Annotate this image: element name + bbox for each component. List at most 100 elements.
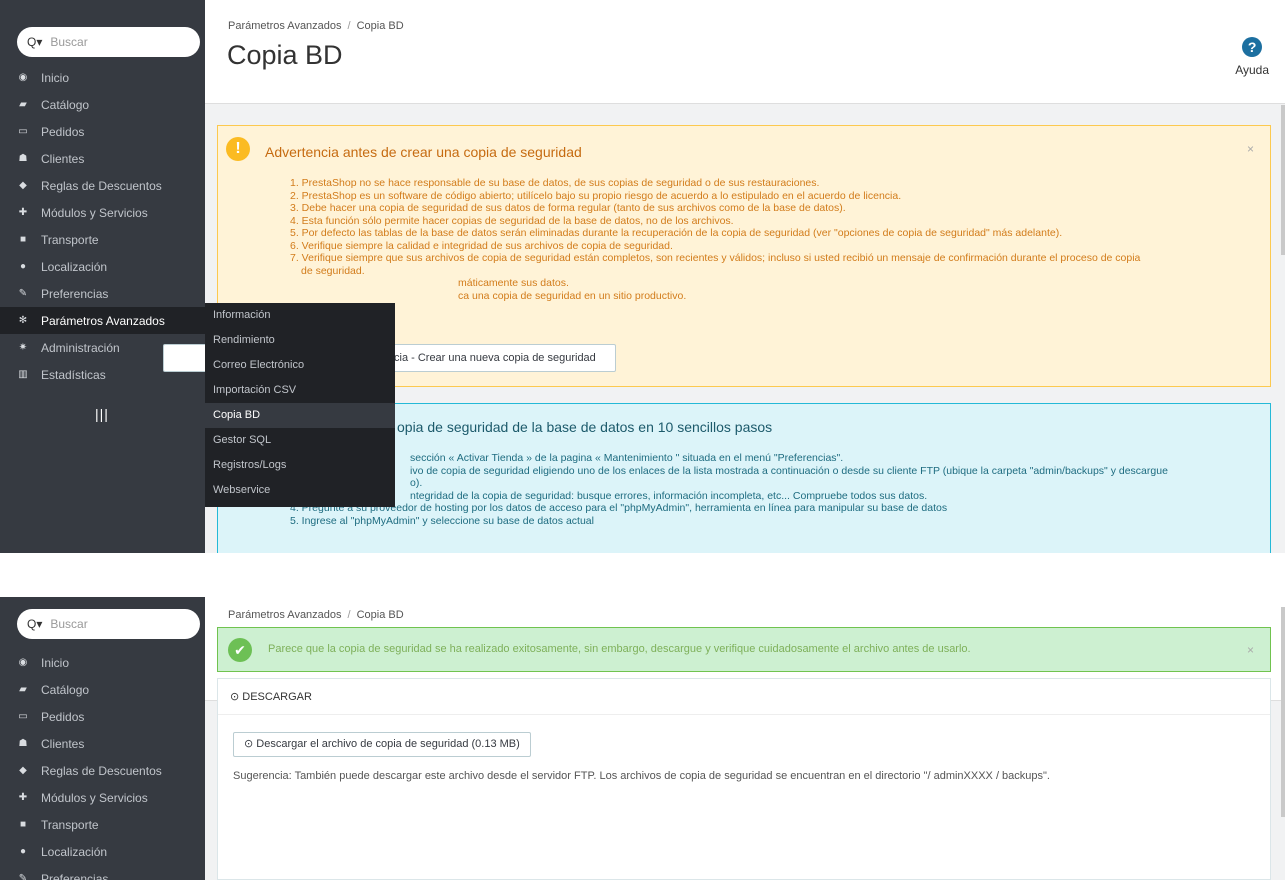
submenu-item-webservice[interactable]: Webservice bbox=[205, 478, 395, 503]
list-item: 7. Verifique siempre que sus archivos de… bbox=[290, 252, 1141, 264]
credit-card-icon: ▭ bbox=[18, 711, 28, 722]
download-circle-icon: ⊙ bbox=[244, 738, 257, 750]
breadcrumb-current: Copia BD bbox=[356, 20, 404, 32]
nav-item-catalogo[interactable]: ▰ Catálogo bbox=[0, 676, 205, 703]
nav-item-localizacion[interactable]: ● Localización bbox=[0, 253, 205, 280]
dashboard-icon: ◉ bbox=[18, 72, 28, 83]
nav-item-inicio[interactable]: ◉ Inicio bbox=[0, 64, 205, 91]
submenu-item-importacion-csv[interactable]: Importación CSV bbox=[205, 378, 395, 403]
close-icon[interactable]: × bbox=[1247, 142, 1254, 156]
search-input[interactable]: Buscar bbox=[50, 617, 87, 631]
warning-list: 1. PrestaShop no se hace responsable de … bbox=[290, 177, 1260, 302]
nav-item-pedidos[interactable]: ▭ Pedidos bbox=[0, 703, 205, 730]
nav-item-pedidos[interactable]: ▭ Pedidos bbox=[0, 118, 205, 145]
nav-item-parametros-avanzados[interactable]: ✻ Parámetros Avanzados bbox=[0, 307, 205, 334]
nav-item-modulos[interactable]: ✚ Módulos y Servicios bbox=[0, 199, 205, 226]
globe-icon: ● bbox=[19, 846, 27, 857]
info-title: opia de seguridad de la base de datos en… bbox=[397, 419, 773, 435]
info-list: sección « Activar Tienda » de la pagina … bbox=[290, 452, 1260, 527]
wrench-icon: ✎ bbox=[18, 873, 28, 880]
nav-item-transporte[interactable]: ■ Transporte bbox=[0, 811, 205, 838]
search-icon[interactable]: Q▾ bbox=[27, 35, 42, 49]
breadcrumb-current: Copia BD bbox=[356, 609, 404, 621]
globe-icon: ● bbox=[19, 261, 27, 272]
list-item: ntegridad de la copia de seguridad: busq… bbox=[410, 489, 928, 502]
sidebar: Q▾ Buscar ◉ Inicio ▰ Catálogo ▭ Pedidos ☗ Cl… bbox=[0, 597, 205, 880]
panel-heading: ⊙ DESCARGAR bbox=[218, 679, 1270, 715]
list-item: máticamente sus datos. bbox=[458, 277, 569, 289]
bar-chart-icon: ▥ bbox=[18, 369, 28, 380]
submenu-item-gestor-sql[interactable]: Gestor SQL bbox=[205, 428, 395, 453]
search-box[interactable]: Q▾ Buscar bbox=[17, 27, 200, 57]
submenu-item-registros[interactable]: Registros/Logs bbox=[205, 453, 395, 478]
list-item: 6. Verifique siempre la calidad e integr… bbox=[290, 239, 673, 252]
list-item: 1. PrestaShop no se hace responsable de … bbox=[290, 177, 820, 189]
wrench-icon: ✎ bbox=[18, 288, 28, 299]
list-item: ca una copia de seguridad en un sitio pr… bbox=[458, 289, 687, 302]
breadcrumb-parent[interactable]: Parámetros Avanzados bbox=[228, 20, 342, 32]
submenu-item-rendimiento[interactable]: Rendimiento bbox=[205, 328, 395, 353]
truck-icon: ■ bbox=[19, 234, 27, 245]
breadcrumb: Parámetros Avanzados / Copia BD bbox=[228, 609, 404, 621]
list-item: 5. Ingrese al "phpMyAdmin" y seleccione … bbox=[290, 514, 594, 527]
nav-item-descuentos[interactable]: ◆ Reglas de Descuentos bbox=[0, 757, 205, 784]
download-backup-button[interactable]: ⊙ Descargar el archivo de copia de segur… bbox=[233, 732, 531, 757]
scrollbar[interactable] bbox=[1281, 607, 1285, 817]
download-panel: ⊙ DESCARGAR ⊙ Descargar el archivo de co… bbox=[217, 678, 1271, 880]
dashboard-icon: ◉ bbox=[18, 657, 28, 668]
submenu-dropdown: Información Rendimiento Correo Electróni… bbox=[205, 303, 395, 507]
warning-icon: ! bbox=[226, 137, 250, 161]
nav-item-inicio[interactable]: ◉ Inicio bbox=[0, 649, 205, 676]
list-item: ivo de copia de seguridad eligiendo uno … bbox=[410, 464, 1168, 477]
submenu-item-copia-bd[interactable]: Copia BD bbox=[205, 403, 395, 428]
nav-item-preferencias[interactable]: ✎ Preferencias bbox=[0, 865, 205, 880]
list-item: 2. PrestaShop es un software de código a… bbox=[290, 189, 902, 202]
nav-list: ◉ Inicio ▰ Catálogo ▭ Pedidos ☗ Clientes ◆ Re… bbox=[0, 64, 205, 388]
submenu-item-correo[interactable]: Correo Electrónico bbox=[205, 353, 395, 378]
download-circle-icon: ⊙ bbox=[230, 691, 243, 703]
nav-item-clientes[interactable]: ☗ Clientes bbox=[0, 730, 205, 757]
list-item: 4. Pregunte a su proveedor de hosting po… bbox=[290, 502, 948, 514]
search-icon[interactable]: Q▾ bbox=[27, 617, 42, 631]
book-icon: ▰ bbox=[19, 99, 27, 110]
puzzle-icon: ✚ bbox=[18, 792, 28, 803]
question-icon: ? bbox=[1242, 37, 1263, 57]
sidebar-collapse-icon[interactable]: ||| bbox=[95, 406, 109, 422]
close-icon[interactable]: × bbox=[1247, 643, 1254, 657]
list-item: de seguridad. bbox=[301, 264, 365, 277]
tag-icon: ◆ bbox=[19, 765, 27, 776]
nav-item-preferencias[interactable]: ✎ Preferencias bbox=[0, 280, 205, 307]
warning-title: Advertencia antes de crear una copia de … bbox=[265, 144, 582, 160]
cogs-icon: ✻ bbox=[18, 315, 28, 326]
check-icon: ✔ bbox=[228, 638, 252, 662]
submenu-item-informacion[interactable]: Información bbox=[205, 303, 395, 328]
breadcrumb-parent[interactable]: Parámetros Avanzados bbox=[228, 609, 342, 621]
breadcrumb-separator: / bbox=[347, 609, 351, 621]
nav-item-transporte[interactable]: ■ Transporte bbox=[0, 226, 205, 253]
breadcrumb-separator: / bbox=[347, 20, 351, 32]
users-icon: ☗ bbox=[18, 738, 28, 749]
list-item: 3. Debe hacer una copia de seguridad de … bbox=[290, 202, 846, 214]
list-item: 4. Esta función sólo permite hacer copia… bbox=[290, 214, 734, 227]
cog-icon: ✷ bbox=[18, 342, 28, 353]
nav-item-modulos[interactable]: ✚ Módulos y Servicios bbox=[0, 784, 205, 811]
scrollbar[interactable] bbox=[1281, 105, 1285, 255]
list-item: sección « Activar Tienda » de la pagina … bbox=[410, 452, 844, 464]
nav-list: ◉ Inicio ▰ Catálogo ▭ Pedidos ☗ Clientes ◆ Re… bbox=[0, 649, 205, 880]
help-button[interactable]: ? Ayuda bbox=[1235, 37, 1269, 77]
list-item: o). bbox=[410, 477, 423, 489]
credit-card-icon: ▭ bbox=[18, 126, 28, 137]
truck-icon: ■ bbox=[19, 819, 27, 830]
search-input[interactable]: Buscar bbox=[50, 35, 87, 49]
sidebar: Q▾ Buscar ◉ Inicio ▰ Catálogo ▭ Pedidos ☗ Cl… bbox=[0, 0, 205, 553]
page-title: Copia BD bbox=[227, 40, 343, 70]
nav-item-clientes[interactable]: ☗ Clientes bbox=[0, 145, 205, 172]
page-header: Parámetros Avanzados / Copia BD Copia BD ?… bbox=[205, 0, 1285, 104]
screenshot-top: Q▾ Buscar ◉ Inicio ▰ Catálogo ▭ Pedidos ☗ Cl… bbox=[0, 0, 1285, 553]
nav-item-localizacion[interactable]: ● Localización bbox=[0, 838, 205, 865]
nav-item-descuentos[interactable]: ◆ Reglas de Descuentos bbox=[0, 172, 205, 199]
search-box[interactable]: Q▾ Buscar bbox=[17, 609, 200, 639]
users-icon: ☗ bbox=[18, 153, 28, 164]
nav-item-catalogo[interactable]: ▰ Catálogo bbox=[0, 91, 205, 118]
tag-icon: ◆ bbox=[19, 180, 27, 191]
